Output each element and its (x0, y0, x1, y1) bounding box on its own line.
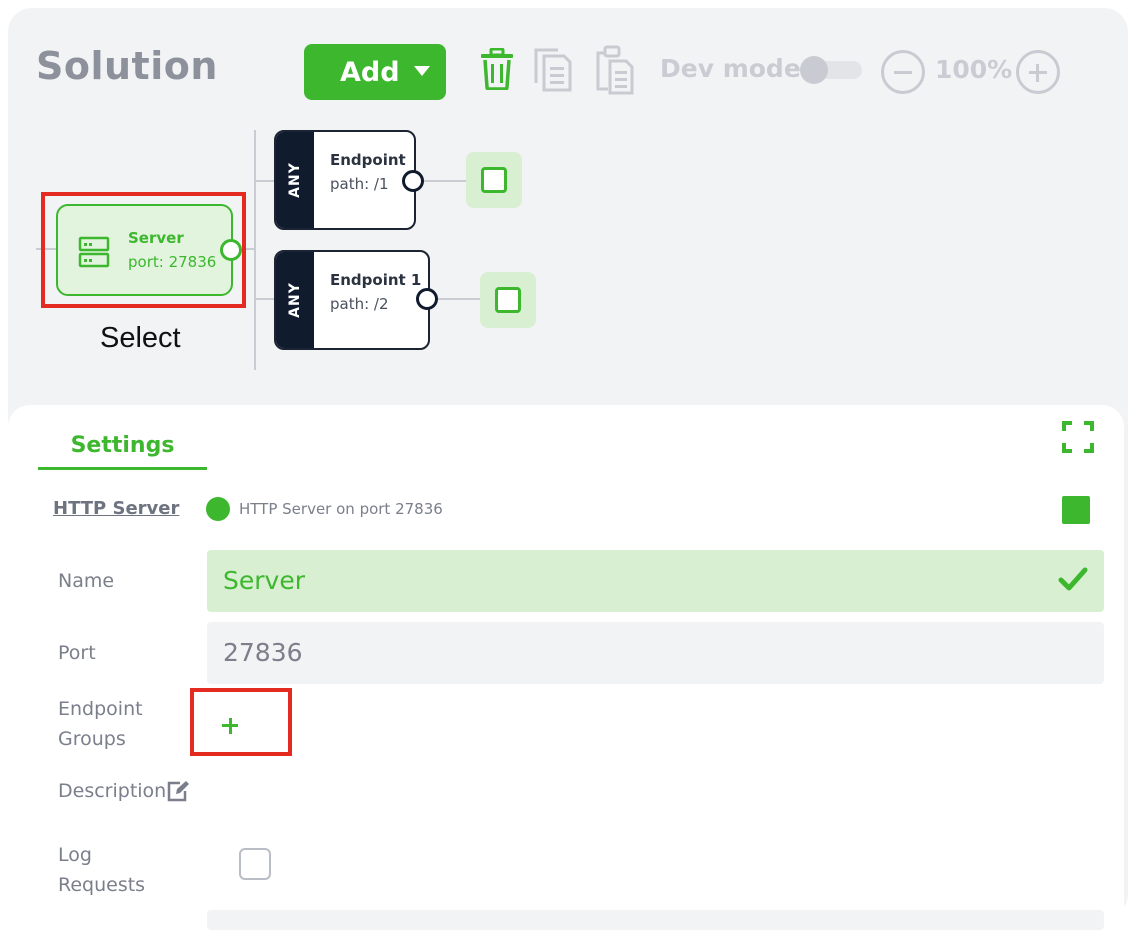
edit-icon[interactable] (166, 780, 190, 802)
toggle-knob (800, 56, 828, 84)
copy-icon[interactable] (533, 47, 573, 93)
name-value: Server (223, 566, 305, 595)
endpoint-target-slot[interactable] (466, 152, 522, 208)
status-text: HTTP Server on port 27836 (239, 500, 443, 518)
endpoint-node[interactable]: ANY Endpoint 1 path: /2 (274, 250, 430, 350)
endpoint-groups-label: Endpoint Groups (58, 698, 143, 750)
endpoint-output-port[interactable] (402, 170, 424, 192)
log-requests-checkbox[interactable] (239, 848, 271, 880)
endpoint-node[interactable]: ANY Endpoint path: /1 (274, 130, 416, 230)
endpoint-title: Endpoint (330, 151, 406, 169)
endpoint-output-port[interactable] (416, 288, 438, 310)
paste-icon[interactable] (595, 45, 635, 95)
fullscreen-icon[interactable] (1062, 421, 1094, 453)
zoom-in-icon[interactable] (1016, 50, 1060, 94)
endpoint-path: path: /1 (330, 175, 389, 193)
port-label: Port (58, 642, 96, 664)
log-requests-label: Log Requests (58, 844, 146, 896)
status-indicator (206, 497, 230, 521)
stop-button[interactable] (1062, 496, 1090, 524)
component-type-link[interactable]: HTTP Server (53, 498, 179, 519)
name-field[interactable]: Server (207, 550, 1104, 612)
connector-trunk (254, 130, 256, 370)
dev-mode-toggle[interactable] (800, 56, 862, 84)
tab-settings[interactable]: Settings (38, 430, 207, 470)
page-title: Solution (36, 44, 218, 88)
port-value: 27836 (223, 638, 303, 667)
select-annotation: Select (100, 322, 181, 354)
add-endpoint-group-button[interactable] (190, 688, 292, 756)
dev-mode-label: Dev mode (660, 54, 801, 83)
check-icon (1058, 567, 1088, 591)
next-field[interactable] (207, 910, 1104, 930)
endpoint-path: path: /2 (330, 295, 389, 313)
name-label: Name (58, 570, 115, 592)
connector (254, 180, 276, 182)
description-label: Description (58, 780, 167, 802)
endpoint-title: Endpoint 1 (330, 271, 422, 289)
connector (254, 298, 276, 300)
trash-icon[interactable] (479, 48, 515, 90)
add-button-label: Add (340, 56, 400, 88)
selection-highlight (41, 192, 246, 308)
zoom-out-icon[interactable] (881, 50, 925, 94)
caret-down-icon (414, 66, 430, 76)
method-badge: ANY (276, 132, 314, 228)
port-field[interactable]: 27836 (207, 622, 1104, 684)
connector (438, 298, 482, 300)
add-button[interactable]: Add (304, 44, 446, 100)
endpoint-target-slot[interactable] (480, 272, 536, 328)
method-badge: ANY (276, 252, 314, 348)
connector (424, 180, 468, 182)
zoom-level: 100% (935, 55, 1013, 84)
